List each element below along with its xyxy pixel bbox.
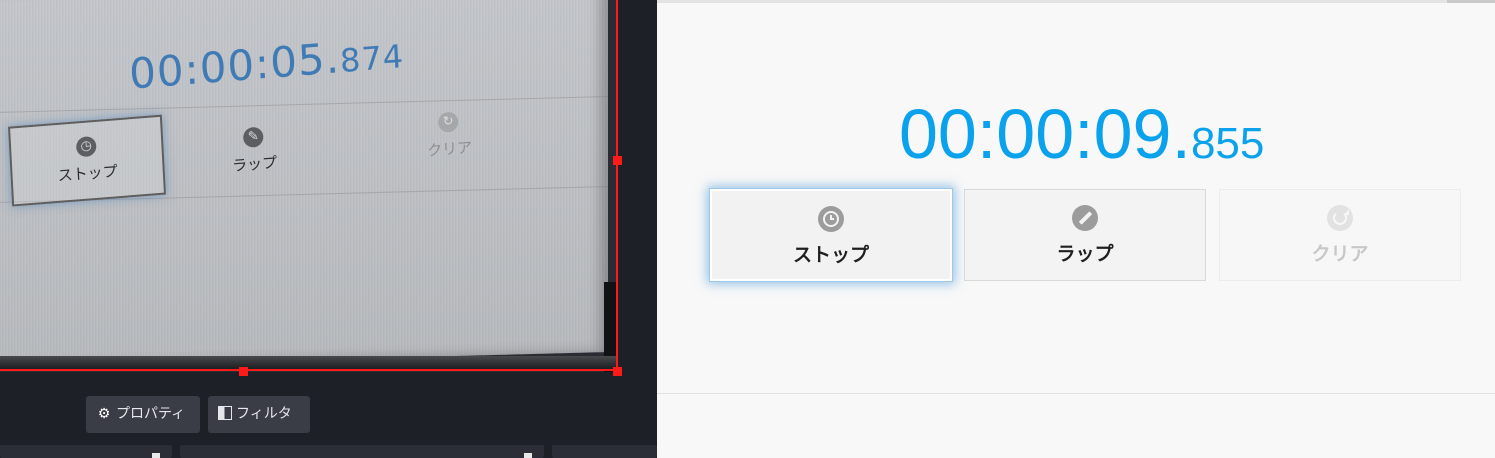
properties-label: プロパティ: [116, 406, 186, 422]
camera-photo: 00:00:05.874 ◷ ストップ ✎ ラップ ↻ クリア: [0, 0, 608, 369]
photo-lap-label: ラップ: [231, 153, 278, 175]
photo-stop-button: ◷ ストップ: [8, 114, 166, 207]
resize-handle-corner[interactable]: [613, 367, 622, 376]
camera-preview[interactable]: 00:00:05.874 ◷ ストップ ✎ ラップ ↻ クリア: [0, 0, 618, 372]
photo-refresh-icon: ↻: [437, 111, 459, 133]
panel-marker: [524, 453, 532, 458]
filter-label: フィルタ: [236, 406, 292, 422]
photo-pencil-icon: ✎: [242, 126, 264, 149]
filter-button[interactable]: フィルタ: [208, 396, 310, 433]
timeline-panel[interactable]: [552, 445, 657, 458]
resize-handle-right[interactable]: [613, 156, 622, 165]
panel-marker: [152, 453, 160, 458]
clear-label: クリア: [1311, 243, 1369, 265]
refresh-icon: [1327, 205, 1353, 231]
resize-handle-bottom[interactable]: [239, 367, 248, 376]
stop-label: ストップ: [792, 244, 869, 266]
editor-panel: 00:00:05.874 ◷ ストップ ✎ ラップ ↻ クリア ⚙ プロパティ …: [0, 0, 657, 458]
photo-clear-label: クリア: [426, 138, 473, 160]
photo-edge: [0, 356, 618, 370]
properties-button[interactable]: ⚙ プロパティ: [86, 396, 200, 433]
lap-label: ラップ: [1056, 243, 1114, 265]
photo-timer-ms: 874: [339, 37, 406, 81]
photo-lap-button: ✎ ラップ: [177, 107, 331, 195]
screen: 00:00:05.874 ◷ ストップ ✎ ラップ ↻ クリア ⚙ プロパティ …: [0, 0, 1495, 458]
gear-icon: ⚙: [97, 406, 111, 422]
timeline-panel[interactable]: [0, 445, 172, 458]
photo-stop-label: ストップ: [57, 162, 119, 185]
pencil-icon: [1072, 205, 1098, 231]
divider: [657, 393, 1495, 394]
time-milliseconds: 855: [1190, 119, 1265, 168]
photo-timer-main: 00:00:05.: [127, 33, 342, 99]
window-edge: [1447, 0, 1495, 3]
clear-button[interactable]: クリア: [1219, 189, 1461, 281]
photo-timer: 00:00:05.874: [128, 28, 405, 98]
timeline-panel[interactable]: [180, 445, 544, 458]
filter-icon: [218, 406, 232, 420]
lap-button[interactable]: ラップ: [964, 189, 1206, 281]
stop-button[interactable]: ストップ: [710, 189, 952, 281]
clock-icon: [818, 206, 844, 232]
photo-clear-button: ↻ クリア: [372, 92, 526, 180]
stopwatch-time: 00:00:09.855: [657, 96, 1495, 182]
stopwatch-app: 00:00:09.855 ストップ ラップ クリア: [657, 0, 1495, 458]
photo-clock-icon: ◷: [75, 135, 97, 158]
time-main: 00:00:09.: [899, 95, 1191, 173]
